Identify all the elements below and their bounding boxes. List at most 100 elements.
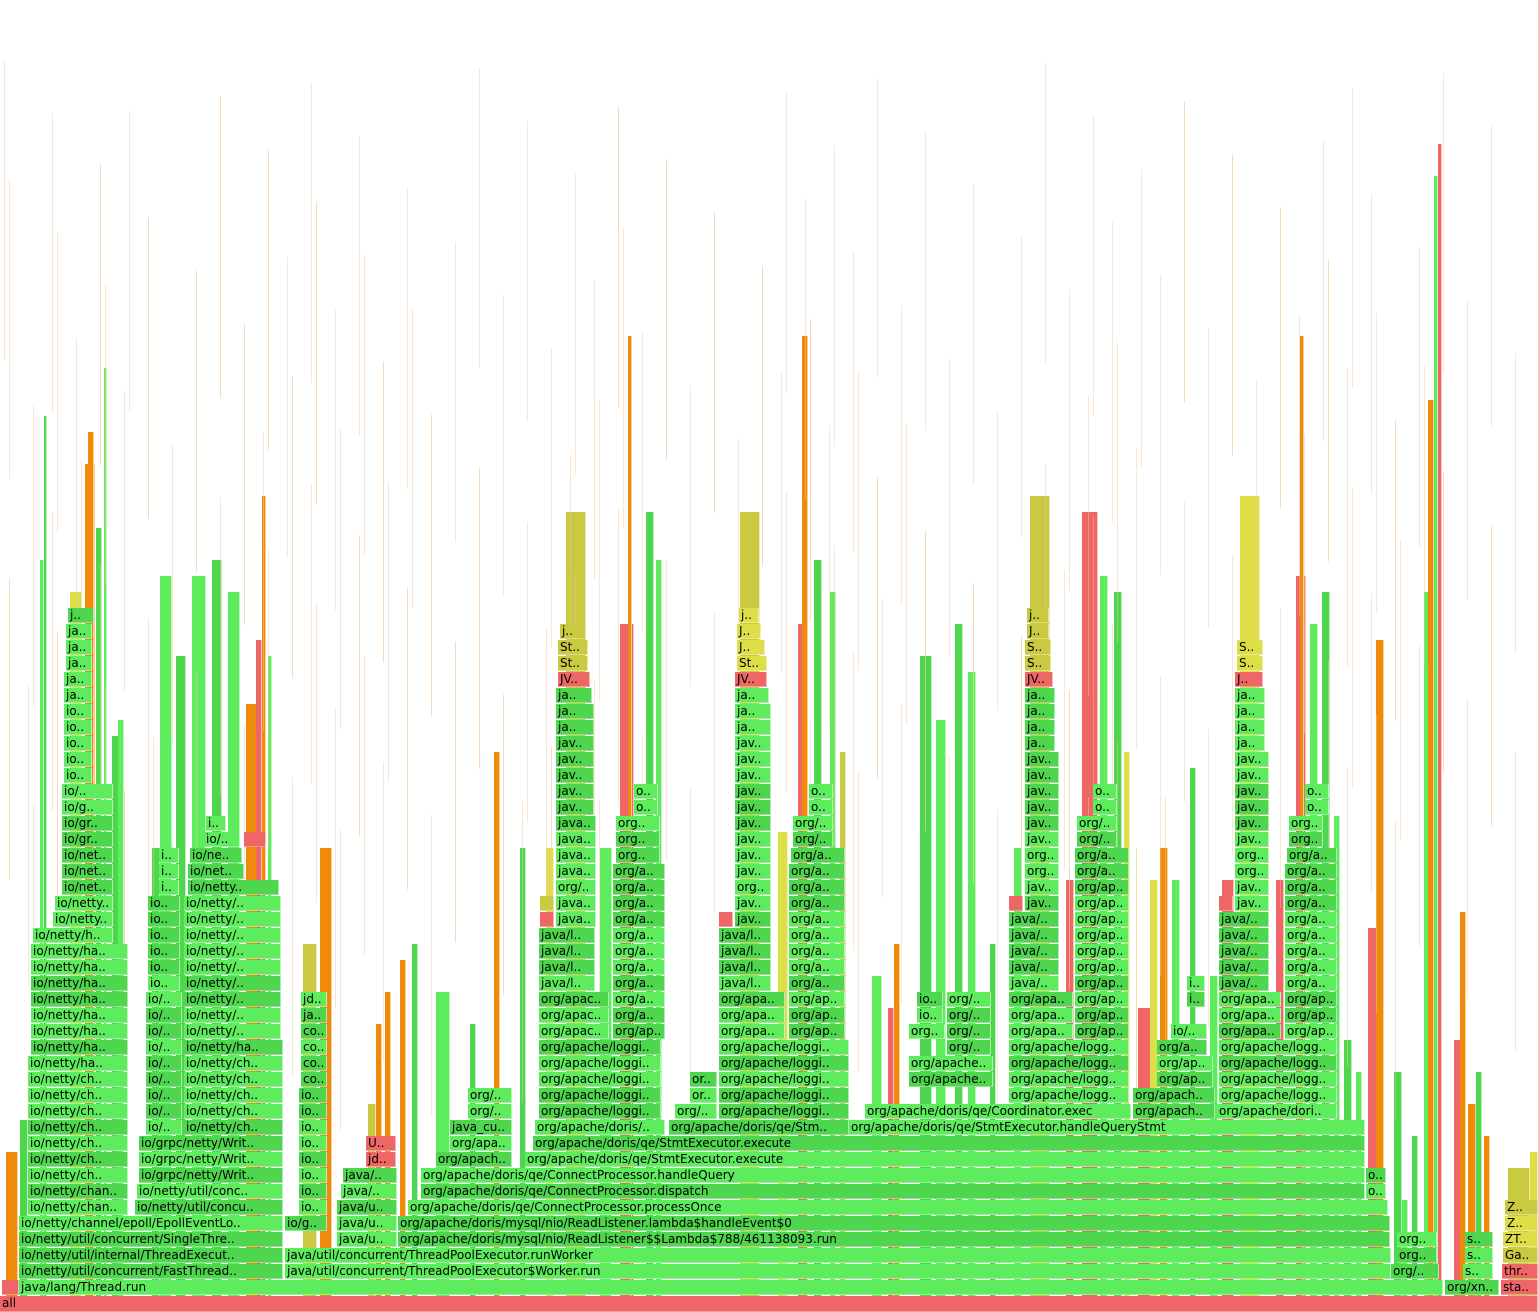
stack-frame[interactable]: org/apache/logg.. — [1219, 1072, 1337, 1087]
stack-frame[interactable]: org/a.. — [789, 912, 845, 927]
stack-frame[interactable]: org/apache/loggi.. — [719, 1104, 849, 1119]
stack-frame[interactable]: org/apache/doris/qe/Stm.. — [669, 1120, 849, 1135]
stack-frame[interactable]: jav.. — [1025, 768, 1059, 783]
root-frame[interactable]: all — [0, 1296, 1538, 1312]
stack-frame[interactable]: org/apache/logg.. — [1009, 1056, 1129, 1071]
stack-frame[interactable]: S.. — [1237, 640, 1263, 655]
stack-frame[interactable]: org.. — [1289, 832, 1323, 847]
stack-frame[interactable]: org/a.. — [1285, 896, 1337, 911]
stack-frame[interactable]: org/apach.. — [436, 1152, 512, 1167]
stack-frame[interactable]: J.. — [737, 624, 761, 639]
stack-frame[interactable]: java.. — [556, 864, 596, 879]
stack-frame[interactable]: io/netty/ha.. — [31, 944, 128, 959]
stack-frame[interactable]: java/.. — [1009, 976, 1059, 991]
stack-frame[interactable]: JV.. — [735, 672, 767, 687]
stack-frame[interactable]: io.. — [64, 736, 92, 751]
stack-frame[interactable]: J.. — [1027, 624, 1049, 639]
stack-frame[interactable]: jav.. — [735, 896, 771, 911]
stack-frame[interactable]: io/ne.. — [190, 848, 242, 863]
stack-frame[interactable]: org/apa.. — [1219, 992, 1281, 1007]
stack-frame[interactable]: io.. — [64, 752, 92, 767]
stack-frame[interactable]: org/apache/logg.. — [1009, 1040, 1129, 1055]
stack-frame[interactable]: io/gr.. — [62, 816, 113, 831]
stack-frame[interactable]: org/a.. — [789, 864, 845, 879]
stack-frame[interactable]: org/apache/logg.. — [1219, 1040, 1337, 1055]
stack-frame[interactable]: io/netty/.. — [184, 976, 281, 991]
stack-frame[interactable]: io/.. — [146, 1104, 182, 1119]
stack-frame[interactable]: org/ap.. — [1157, 1072, 1213, 1087]
stack-frame[interactable]: jav.. — [735, 864, 771, 879]
stack-frame[interactable]: i.. — [159, 864, 179, 879]
stack-frame[interactable]: java_cu.. — [450, 1120, 512, 1135]
stack-frame[interactable]: io.. — [148, 960, 180, 975]
stack-frame[interactable]: io/netty/ch.. — [28, 1152, 128, 1167]
stack-frame[interactable]: java/.. — [1009, 912, 1059, 927]
stack-frame[interactable]: org/apache/logg.. — [1219, 1088, 1337, 1103]
stack-frame[interactable]: io/.. — [146, 1040, 182, 1055]
stack-frame[interactable]: org/apache/doris/qe/ConnectProcessor.han… — [421, 1168, 1365, 1183]
stack-frame[interactable]: org/apa.. — [1009, 1024, 1073, 1039]
stack-frame[interactable]: ja.. — [64, 672, 92, 687]
stack-frame[interactable]: io.. — [299, 1088, 327, 1103]
stack-frame[interactable]: St.. — [558, 640, 588, 655]
stack-frame[interactable]: io.. — [299, 1136, 327, 1151]
stack-frame[interactable]: org/apach.. — [1133, 1104, 1215, 1119]
stack-frame[interactable]: io/netty/.. — [184, 1024, 281, 1039]
stack-frame[interactable]: j.. — [1027, 608, 1049, 623]
stack-frame[interactable]: io/netty/chan.. — [28, 1200, 128, 1215]
stack-frame[interactable]: org/ap.. — [1075, 992, 1129, 1007]
stack-frame[interactable]: jav.. — [1235, 896, 1269, 911]
stack-frame[interactable]: org/apache/dori.. — [1217, 1104, 1337, 1119]
stack-frame[interactable]: o.. — [1366, 1184, 1386, 1199]
stack-frame[interactable]: io/.. — [1171, 1024, 1207, 1039]
stack-frame[interactable]: ja.. — [1235, 704, 1265, 719]
stack-frame[interactable]: jav.. — [735, 768, 771, 783]
stack-frame[interactable]: jav.. — [556, 768, 594, 783]
stack-frame[interactable]: St.. — [558, 656, 588, 671]
stack-frame[interactable]: jav.. — [1235, 784, 1269, 799]
stack-frame[interactable]: org/ap.. — [789, 1008, 845, 1023]
stack-frame[interactable]: org/apache/loggi.. — [539, 1040, 661, 1055]
stack-frame[interactable] — [540, 896, 554, 911]
stack-frame[interactable]: org/a.. — [613, 928, 665, 943]
stack-frame[interactable]: org/.. — [1077, 832, 1117, 847]
stack-frame[interactable]: org/a.. — [791, 848, 845, 863]
stack-frame[interactable]: java/.. — [1009, 928, 1059, 943]
stack-frame[interactable]: io/grpc/netty/Writ.. — [139, 1152, 283, 1167]
stack-frame[interactable]: io/netty/util/conc.. — [137, 1184, 283, 1199]
stack-frame[interactable] — [2, 1280, 19, 1295]
stack-frame[interactable]: org/.. — [947, 992, 991, 1007]
stack-frame[interactable]: java/.. — [1219, 912, 1269, 927]
stack-frame[interactable]: JV.. — [1025, 672, 1053, 687]
stack-frame[interactable]: io/netty/ha.. — [31, 1008, 128, 1023]
stack-frame[interactable]: java/.. — [343, 1168, 397, 1183]
stack-frame[interactable]: org/ap.. — [789, 992, 845, 1007]
stack-spike[interactable] — [1438, 144, 1442, 1296]
stack-frame[interactable]: org/.. — [947, 1040, 991, 1055]
stack-frame[interactable]: ja.. — [556, 688, 592, 703]
stack-frame[interactable]: java/u.. — [337, 1216, 397, 1231]
stack-frame[interactable]: io.. — [148, 912, 180, 927]
stack-frame[interactable]: io/netty/ch.. — [28, 1088, 128, 1103]
stack-frame[interactable]: io/netty/ha.. — [184, 1040, 283, 1055]
stack-frame[interactable]: org/apache/loggi.. — [719, 1040, 849, 1055]
stack-frame[interactable]: io.. — [917, 1008, 943, 1023]
stack-frame[interactable]: io/.. — [146, 1008, 182, 1023]
stack-frame[interactable]: io/grpc/netty/Writ.. — [139, 1136, 283, 1151]
stack-frame[interactable]: j.. — [560, 624, 586, 639]
stack-frame[interactable]: io.. — [299, 1200, 327, 1215]
stack-frame[interactable]: io/grpc/netty/Writ.. — [139, 1168, 283, 1183]
stack-frame[interactable]: io.. — [64, 720, 92, 735]
stack-frame[interactable]: org/ap.. — [1075, 1024, 1129, 1039]
stack-frame[interactable]: ja.. — [1235, 720, 1265, 735]
stack-frame[interactable]: Z.. — [1505, 1200, 1538, 1215]
stack-frame[interactable]: org/a.. — [1287, 848, 1337, 863]
stack-frame[interactable]: org/apache/logg.. — [1009, 1088, 1129, 1103]
stack-frame[interactable]: jav.. — [556, 736, 594, 751]
stack-frame[interactable]: ja.. — [1025, 736, 1055, 751]
stack-frame[interactable]: jav.. — [556, 752, 594, 767]
stack-frame[interactable]: io/netty/ch.. — [184, 1120, 283, 1135]
stack-frame[interactable]: org/apa.. — [1219, 1024, 1281, 1039]
stack-frame[interactable]: jav.. — [1235, 800, 1269, 815]
stack-frame[interactable]: jav.. — [735, 832, 771, 847]
